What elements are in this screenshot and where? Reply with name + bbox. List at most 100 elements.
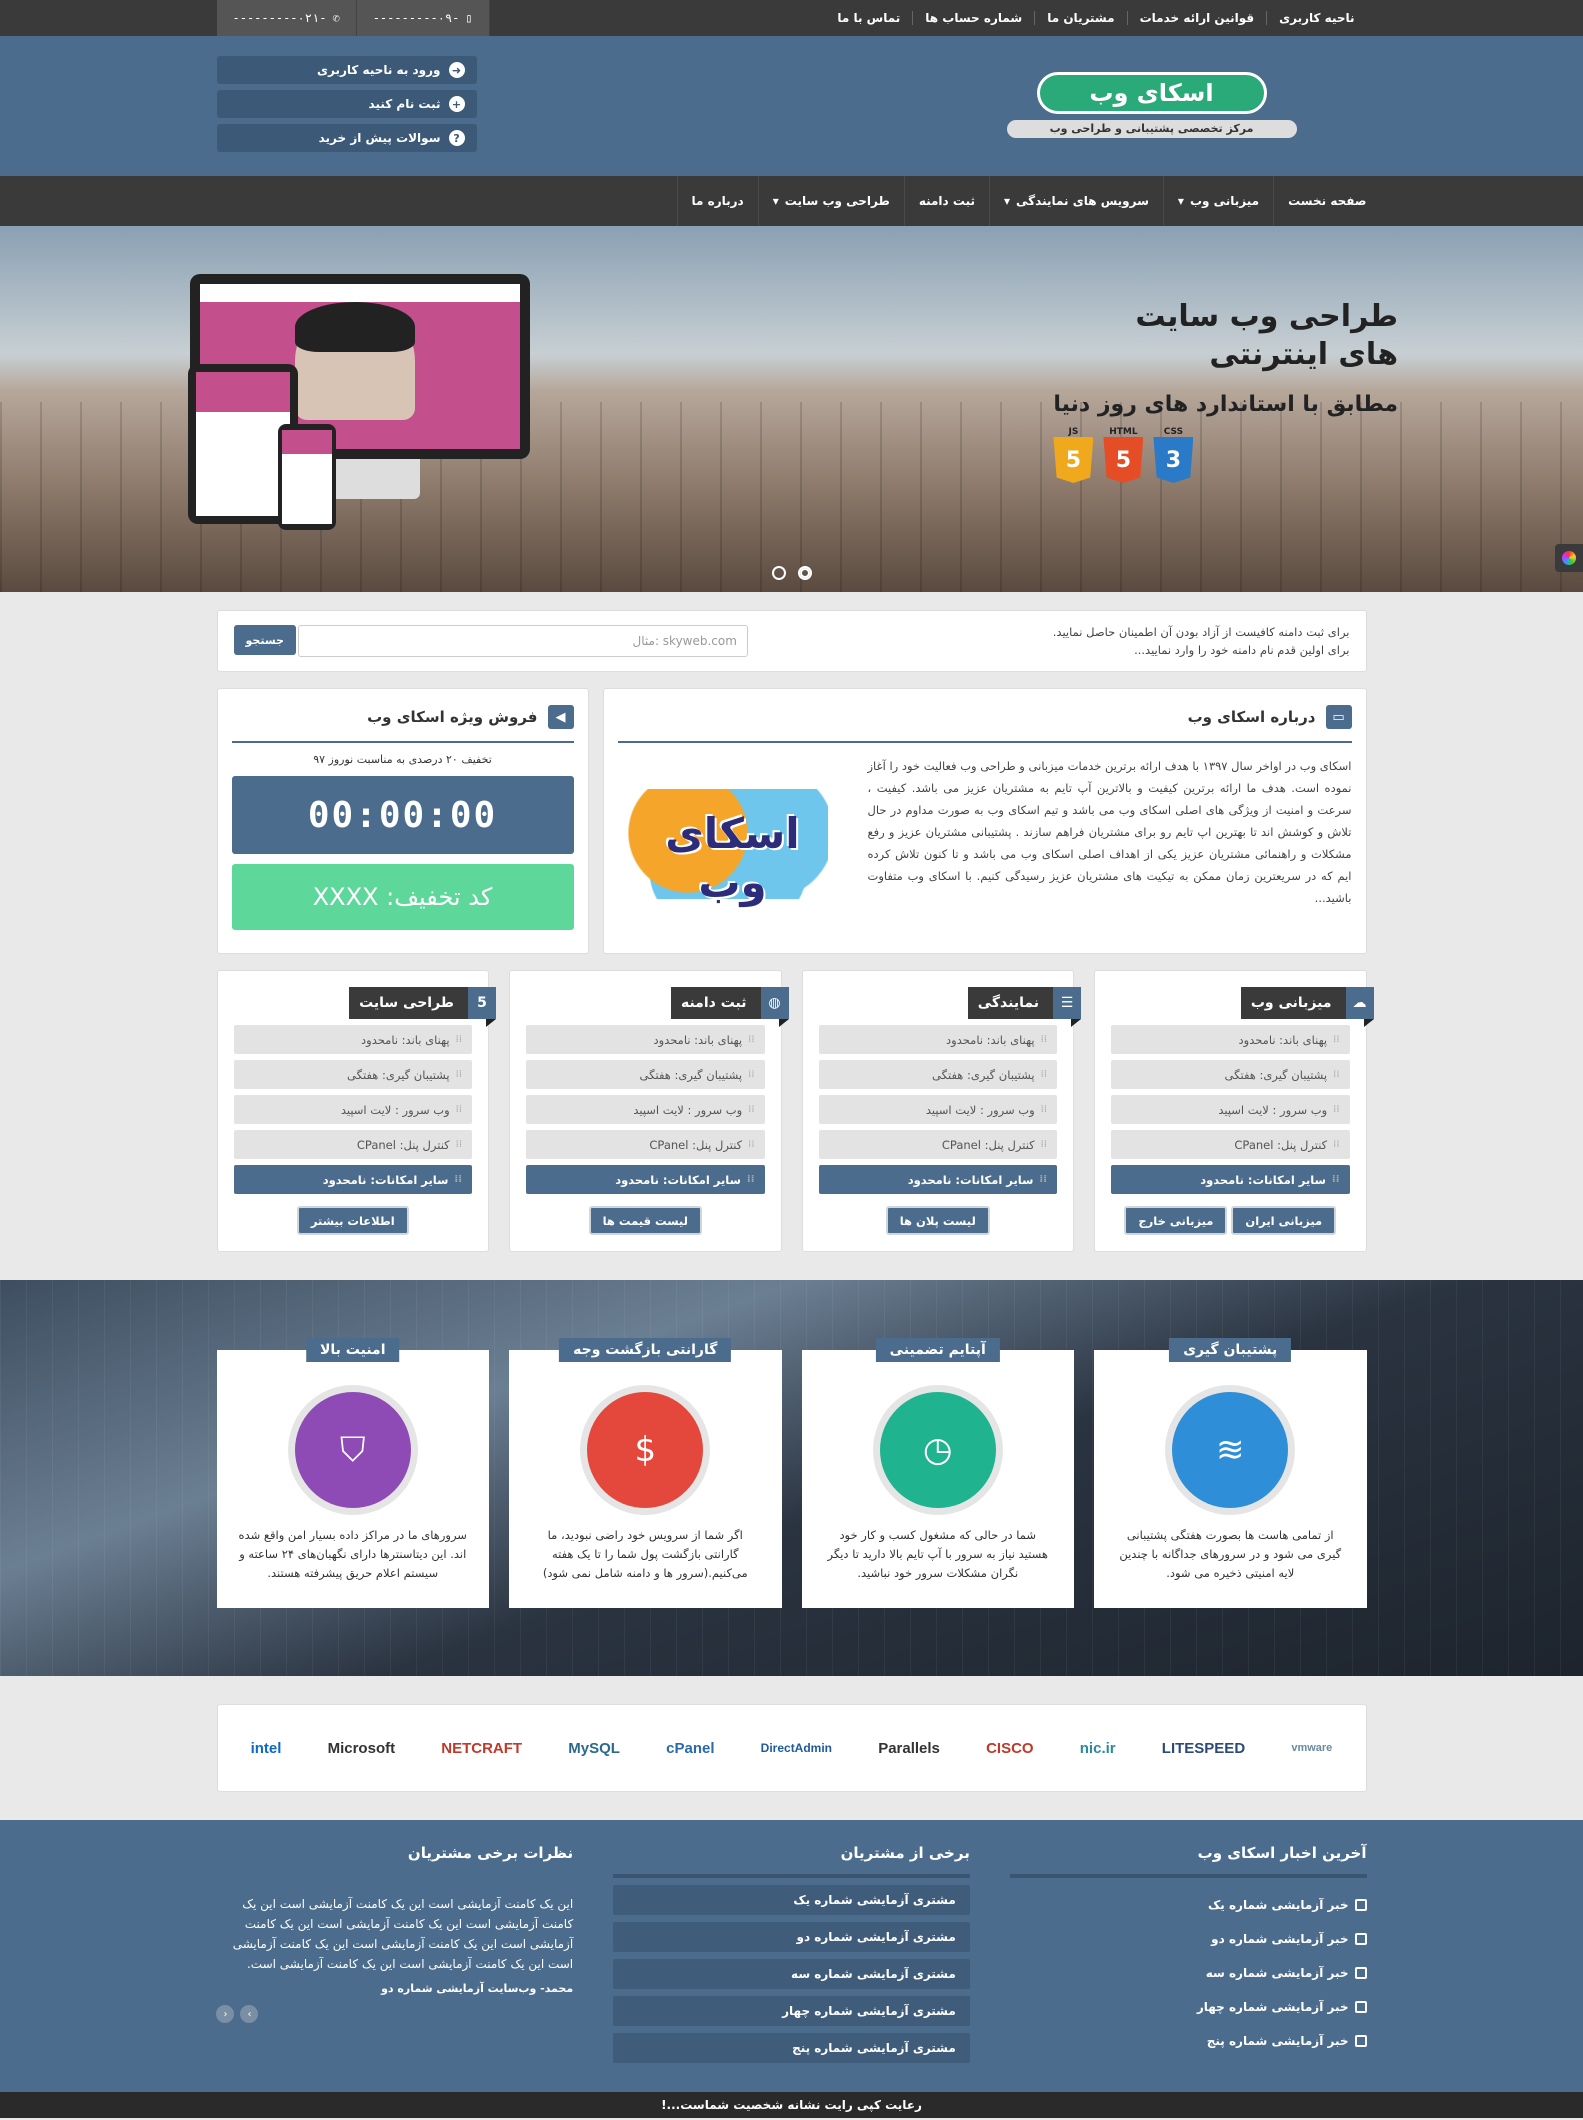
feature-backup: پشتیبان گیری ≋ از تمامی هاست ها بصورت هف… <box>1094 1338 1367 1608</box>
service-feature: ⁞⁞ پشتیبان گیری: هفتگی <box>818 1060 1057 1089</box>
prev-arrow-icon[interactable]: › <box>240 2005 259 2023</box>
about-logo: اسکای وب <box>618 777 848 927</box>
top-link-customers[interactable]: مشتریان ما <box>1034 11 1126 25</box>
service-web-design: 5 طراحی سایت ⁞⁞ پهنای باند: نامحدود ⁞⁞ پشتی… <box>216 970 496 1252</box>
client-item[interactable]: مشتری آزمایشی شماره دو <box>613 1922 970 1952</box>
top-link-user-area[interactable]: ناحیه کاربری <box>1266 11 1366 25</box>
feature-refund: گارانتی بازگشت وجه $ اگر شما از سرویس خو… <box>509 1338 782 1608</box>
news-item[interactable]: خبر آزمایشی شماره چهار <box>1010 2000 1367 2014</box>
plans-list-button[interactable]: لیست پلان ها <box>885 1206 990 1235</box>
top-link-accounts[interactable]: شماره حساب ها <box>912 11 1034 25</box>
litespeed-logo: LITESPEED <box>1161 1739 1246 1757</box>
slide-title: طراحی وب سایت های اینترنتی <box>1135 299 1398 372</box>
comment-text: این یک کامنت آزمایشی است این یک کامنت آز… <box>232 1897 574 1971</box>
register-button[interactable]: + ثبت نام کنید <box>216 90 477 118</box>
domain-description: برای ثبت دامنه کافیست از آزاد بودن آن اط… <box>1052 625 1350 657</box>
main-content: برای ثبت دامنه کافیست از آزاد بودن آن اط… <box>0 592 1583 2118</box>
cpanel-logo: cPanel <box>666 1739 715 1757</box>
top-link-terms[interactable]: قوانین ارائه خدمات <box>1126 11 1267 25</box>
cisco-logo: CISCO <box>986 1739 1034 1757</box>
directadmin-logo: DirectAdmin <box>760 1741 833 1755</box>
service-feature: ⁞⁞ پهنای باند: نامحدود <box>233 1025 472 1054</box>
logo-box[interactable]: اسکای وب مرکز تخصصی پشتیبانی و طراحی وب <box>1006 72 1297 138</box>
parallels-logo: Parallels <box>878 1739 940 1757</box>
tech-badges: CSS 3 HTML 5 JS 5 <box>1053 427 1398 483</box>
more-info-button[interactable]: اطلاعات بیشتر <box>296 1206 409 1235</box>
service-feature: ⁞⁞ کنترل پنل: CPanel <box>1111 1130 1350 1159</box>
arrow-box-icon <box>1354 2035 1367 2047</box>
phone-icon: ✆ <box>332 11 340 25</box>
footer-news: آخرین اخبار اسکای وب خبر آزمایشی شماره ی… <box>1009 1844 1367 2063</box>
search-button[interactable]: جستجو <box>233 625 296 655</box>
nav-home[interactable]: صفحه نخست <box>1273 176 1367 226</box>
comment-nav: › ‹ <box>216 2005 573 2023</box>
nav-domain[interactable]: ثبت دامنه <box>903 176 989 226</box>
mobile-number: ▯ -۰۹--------- <box>356 0 490 36</box>
hero-slider: طراحی وب سایت های اینترنتی مطابق با استا… <box>0 226 1583 592</box>
phone-image <box>278 424 336 530</box>
news-item[interactable]: خبر آزمایشی شماره دو <box>1010 1932 1367 1946</box>
money-icon: $ <box>587 1392 704 1508</box>
faq-button[interactable]: ? سوالات پیش از خرید <box>216 124 477 152</box>
client-item[interactable]: مشتری آزمایشی شماره سه <box>613 1959 970 1989</box>
chevron-down-icon: ▾ <box>1177 194 1184 208</box>
slider-dot-2[interactable] <box>771 566 786 580</box>
service-feature: ⁞⁞ سایر امکانات: نامحدود <box>233 1165 472 1194</box>
sale-title: ◀ فروش ویژه اسکای وب <box>231 705 574 743</box>
service-domain-title: ◍ ثبت دامنه <box>670 987 789 1027</box>
copyright: رعایت کپی رایت نشانه شخصیت شماست...! <box>0 2092 1583 2118</box>
arrow-box-icon <box>1354 1899 1367 1911</box>
service-hosting: ☁ میزبانی وب ⁞⁞ پهنای باند: نامحدود ⁞⁞ پشتی… <box>1094 970 1374 1252</box>
phones: ▯ -۰۹--------- ✆ -۰۲۱--------- <box>216 0 490 36</box>
domain-input[interactable]: مثال: skyweb.com <box>297 625 748 657</box>
nav-about[interactable]: درباره ما <box>676 176 758 226</box>
sale-note: تخفیف ۲۰ درصدی به مناسبت نوروز ۹۷ <box>313 753 492 766</box>
client-item[interactable]: مشتری آزمایشی شماره یک <box>613 1885 970 1915</box>
netcraft-logo: NETCRAFT <box>441 1739 523 1757</box>
top-link-contact[interactable]: تماس با ما <box>825 11 912 25</box>
nav-web-design[interactable]: طراحی وب سایت ▾ <box>757 176 904 226</box>
nic-logo: nic.ir <box>1079 1739 1116 1757</box>
iran-hosting-button[interactable]: میزبانی ایران <box>1231 1206 1337 1235</box>
main-nav: صفحه نخست میزبانی وب ▾ سرویس های نمایندگی… <box>0 176 1583 226</box>
clock-icon: ◷ <box>879 1392 996 1508</box>
top-bar: ناحیه کاربری قوانین ارائه خدمات مشتریان … <box>0 0 1583 36</box>
coupon-code: کد تخفیف: XXXX <box>231 864 574 930</box>
intel-logo: intel <box>250 1739 282 1757</box>
news-item[interactable]: خبر آزمایشی شماره یک <box>1010 1898 1367 1912</box>
slide-text: طراحی وب سایت های اینترنتی مطابق با استا… <box>1053 298 1398 483</box>
features-section: پشتیبان گیری ≋ از تمامی هاست ها بصورت هف… <box>0 1280 1583 1676</box>
color-switcher-icon[interactable] <box>1555 544 1583 572</box>
js-badge: JS 5 <box>1053 427 1094 483</box>
top-links: ناحیه کاربری قوانین ارائه خدمات مشتریان … <box>825 11 1366 25</box>
footer: آخرین اخبار اسکای وب خبر آزمایشی شماره ی… <box>0 1820 1583 2118</box>
login-button[interactable]: ➜ ورود به ناحیه کاربری <box>216 56 477 84</box>
next-arrow-icon[interactable]: ‹ <box>216 2005 235 2023</box>
service-feature: ⁞⁞ پهنای باند: نامحدود <box>526 1025 765 1054</box>
service-feature: ⁞⁞ کنترل پنل: CPanel <box>233 1130 472 1159</box>
about-text: اسکای وب در اواخر سال ۱۳۹۷ با هدف ارائه … <box>867 759 1352 905</box>
foreign-hosting-button[interactable]: میزبانی خارج <box>1124 1206 1228 1235</box>
service-reseller-title: ☰ نمایندگی <box>967 987 1082 1027</box>
service-feature: ⁞⁞ پهنای باند: نامحدود <box>818 1025 1057 1054</box>
chevron-down-icon: ▾ <box>772 194 779 208</box>
js-icon: 5 <box>1053 437 1094 483</box>
service-feature: ⁞⁞ سایر امکانات: نامحدود <box>818 1165 1057 1194</box>
about-panel: ▭ درباره اسکای وب اسکای وب در اواخر سال … <box>602 688 1367 954</box>
arrow-box-icon <box>1354 1933 1367 1945</box>
slider-dots <box>771 566 812 580</box>
feature-uptime: آپتایم تضمینی ◷ شما در حالی که مشغول کسب… <box>801 1338 1074 1608</box>
phone-number: ✆ -۰۲۱--------- <box>216 0 357 36</box>
html5-icon: 5 <box>468 987 496 1019</box>
service-feature: ⁞⁞ وب سرور : لایت اسپید <box>1111 1095 1350 1124</box>
service-feature: ⁞⁞ کنترل پنل: CPanel <box>818 1130 1057 1159</box>
client-item[interactable]: مشتری آزمایشی شماره چهار <box>613 1996 970 2026</box>
price-list-button[interactable]: لیست قیمت ها <box>588 1206 702 1235</box>
news-item[interactable]: خبر آزمایشی شماره پنج <box>1010 2034 1367 2048</box>
slider-dot-1[interactable] <box>797 566 812 580</box>
nav-reseller[interactable]: سرویس های نمایندگی ▾ <box>988 176 1163 226</box>
client-item[interactable]: مشتری آزمایشی شماره پنج <box>613 2033 970 2063</box>
news-item[interactable]: خبر آزمایشی شماره سه <box>1010 1966 1367 1980</box>
logo[interactable]: اسکای وب <box>1036 72 1267 114</box>
nav-hosting[interactable]: میزبانی وب ▾ <box>1162 176 1273 226</box>
